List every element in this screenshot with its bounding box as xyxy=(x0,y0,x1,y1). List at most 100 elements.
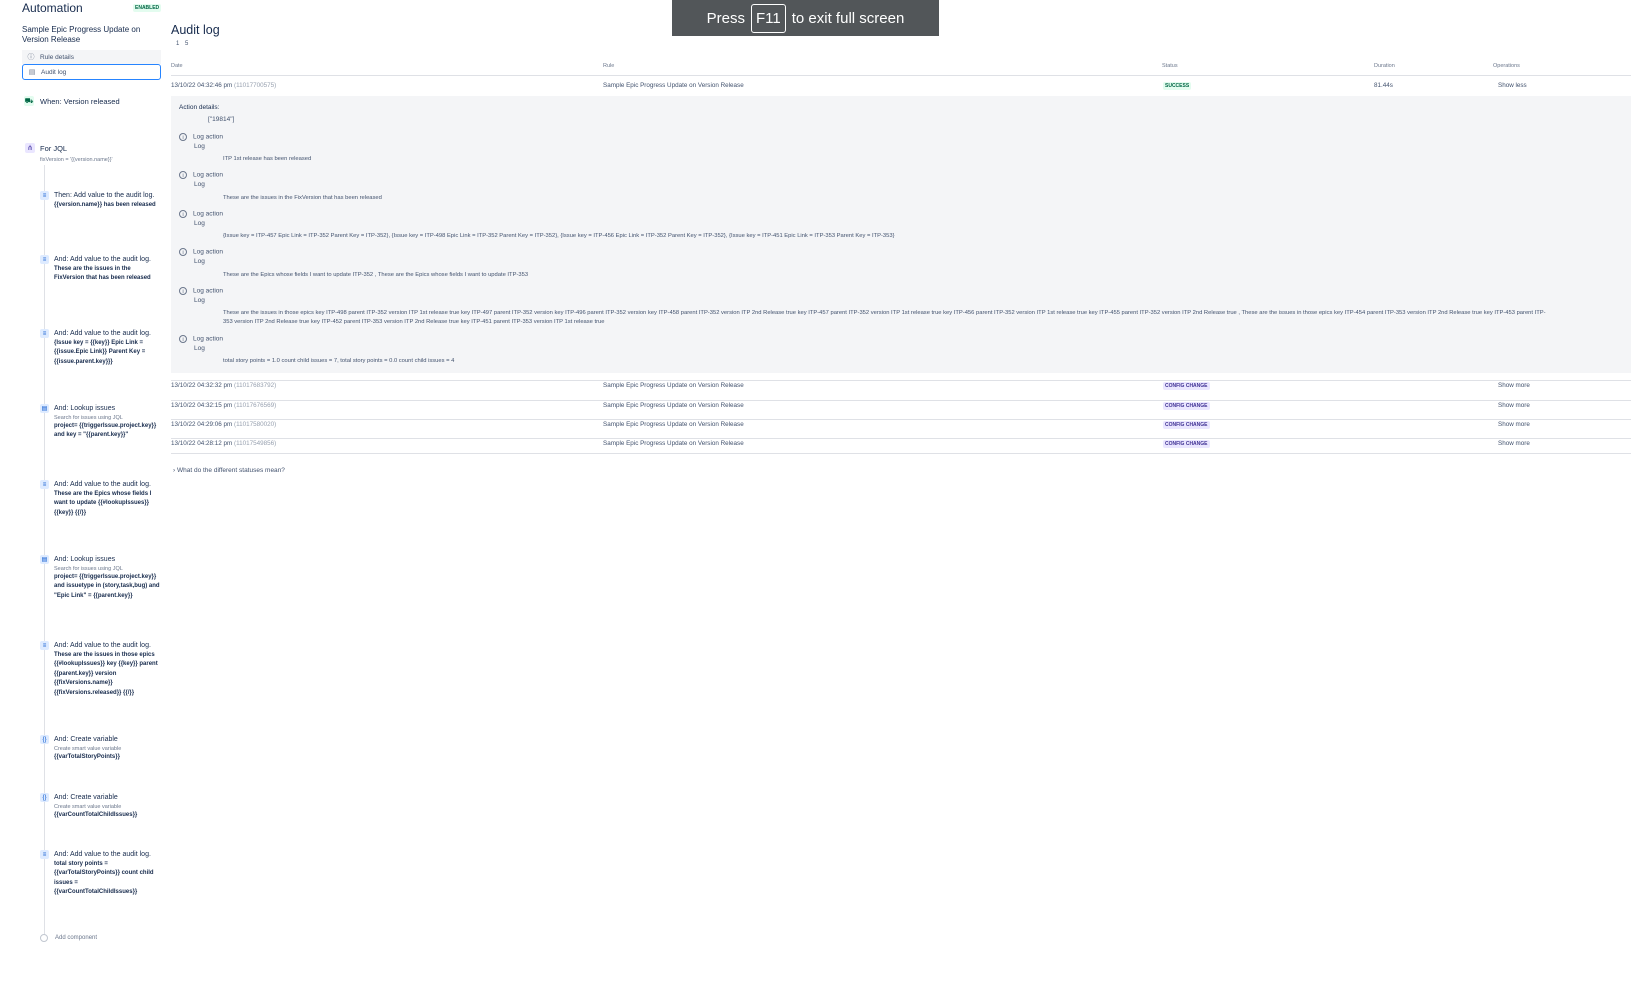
row-date: 13/10/22 04:32:15 pm (11017676569) xyxy=(171,402,277,409)
component-7[interactable]: ≡ And: Add value to the audit log. These a… xyxy=(40,641,160,698)
branch-query: fixVersion = '{{version.name}}' xyxy=(40,157,113,163)
toast-pre: Press xyxy=(706,9,746,27)
component-value: project= {{triggerIssue.project.key}} an… xyxy=(54,573,160,599)
log-action-2: i Log action Log xyxy=(179,171,223,188)
log-action-label: Log action xyxy=(193,335,223,343)
row-toggle-link[interactable]: Show more xyxy=(1498,421,1530,428)
row-toggle-link[interactable]: Show less xyxy=(1498,82,1527,89)
component-3[interactable]: ≡ And: Add value to the audit log. {Issue … xyxy=(40,329,160,367)
component-4[interactable]: ▤ And: Lookup issues Search for issues usi… xyxy=(40,404,160,441)
lookup-icon: ▤ xyxy=(40,555,49,564)
component-1[interactable]: ≡ Then: Add value to the audit log. {{vers… xyxy=(40,191,160,210)
row-rule: Sample Epic Progress Update on Version R… xyxy=(603,421,744,428)
trigger-component[interactable]: ⛟ When: Version released xyxy=(24,96,120,106)
trigger-label: When: Version released xyxy=(40,96,120,106)
log-action-label: Log action xyxy=(193,133,223,141)
row-toggle-link[interactable]: Show more xyxy=(1498,440,1530,447)
column-status: Status xyxy=(1162,63,1178,69)
component-description: Search for issues using JQL xyxy=(54,565,123,572)
component-10[interactable]: ≡ And: Add value to the audit log. total s… xyxy=(40,850,160,898)
info-icon: i xyxy=(179,210,187,218)
enabled-badge: ENABLED xyxy=(133,4,162,12)
pagination[interactable]: 1 5 xyxy=(176,41,190,47)
statuses-help-label: What do the different statuses mean? xyxy=(176,467,285,474)
log-message: These are the issues in those epics key … xyxy=(223,310,1546,325)
info-icon: ⓘ xyxy=(27,54,35,61)
nav-audit-log-label: Audit log xyxy=(41,68,67,76)
add-icon xyxy=(40,934,48,942)
log-action-3: i Log action Log xyxy=(179,210,223,227)
component-value: These are the issues in those epics {{#l… xyxy=(54,651,158,696)
component-2[interactable]: ≡ And: Add value to the audit log. These a… xyxy=(40,255,160,284)
component-9[interactable]: {} And: Create variable Create smart value… xyxy=(40,793,160,820)
rule-sidebar: Automation ENABLED Sample Epic Progress … xyxy=(0,0,168,991)
log-message: These are the issues in the FixVersion t… xyxy=(223,195,382,201)
log-message: {Issue key = ITP-457 Epic Link = ITP-352… xyxy=(223,233,895,239)
branch-icon: ⋔ xyxy=(25,143,35,153)
row-date: 13/10/22 04:32:46 pm (11017700575) xyxy=(171,82,277,89)
branch-component[interactable]: ⋔ For JQL xyxy=(25,143,67,153)
variable-icon: {} xyxy=(40,735,49,744)
info-icon: i xyxy=(179,171,187,179)
row-rule: Sample Epic Progress Update on Version R… xyxy=(603,402,744,409)
row-divider xyxy=(171,438,1631,439)
log-type: Log xyxy=(194,181,205,188)
status-badge: CONFIG CHANGE xyxy=(1163,402,1210,410)
table-row[interactable]: 13/10/22 04:32:46 pm (11017700575) Sample… xyxy=(171,82,1631,100)
variable-icon: {} xyxy=(40,793,49,802)
component-value: {{varCountTotalChildIssues}} xyxy=(54,811,138,818)
log-action-label: Log action xyxy=(193,171,223,179)
component-value: {{varTotalStoryPoints}} xyxy=(54,753,120,760)
component-value: total story points = {{varTotalStoryPoin… xyxy=(54,860,154,896)
log-message: These are the Epics whose fields I want … xyxy=(223,272,529,278)
row-divider xyxy=(171,419,1631,420)
log-action-6: i Log action Log xyxy=(179,335,223,352)
add-component-button[interactable]: Add component xyxy=(40,934,97,942)
add-component-label: Add component xyxy=(55,935,98,941)
table-row[interactable]: 13/10/22 04:32:32 pm (11017683792) Sample… xyxy=(171,382,1631,400)
row-toggle-link[interactable]: Show more xyxy=(1498,382,1530,389)
table-row[interactable]: 13/10/22 04:32:15 pm (11017676569) Sample… xyxy=(171,402,1631,420)
nav-audit-log[interactable]: ▤ Audit log xyxy=(22,64,161,80)
log-type: Log xyxy=(194,220,205,227)
table-bottom-divider xyxy=(171,453,1631,454)
component-8[interactable]: {} And: Create variable Create smart value… xyxy=(40,735,160,762)
status-badge: CONFIG CHANGE xyxy=(1163,440,1210,448)
log-action-label: Log action xyxy=(193,210,223,218)
row-date: 13/10/22 04:29:06 pm (11017580020) xyxy=(171,421,277,428)
action-details-label: Action details: xyxy=(179,104,220,111)
component-title: And: Add value to the audit log. xyxy=(54,642,151,649)
nav-rule-details[interactable]: ⓘ Rule details xyxy=(22,50,161,64)
component-6[interactable]: ▤ And: Lookup issues Search for issues usi… xyxy=(40,555,160,601)
action-details-value: ["19814"] xyxy=(208,116,235,123)
component-title: And: Lookup issues xyxy=(54,556,116,563)
statuses-help-toggle[interactable]: › What do the different statuses mean? xyxy=(173,467,285,474)
log-action-label: Log action xyxy=(193,287,223,295)
component-title: And: Add value to the audit log. xyxy=(54,256,151,263)
document-icon: ≡ xyxy=(40,850,49,859)
app-title: Automation xyxy=(22,1,83,15)
lookup-icon: ▤ xyxy=(40,404,49,413)
row-toggle-link[interactable]: Show more xyxy=(1498,402,1530,409)
info-icon: i xyxy=(179,248,187,256)
component-value: {Issue key = {{key}} Epic Link = {{issue… xyxy=(54,339,146,365)
table-row[interactable]: 13/10/22 04:28:12 pm (11017549856) Sample… xyxy=(171,440,1631,458)
component-5[interactable]: ≡ And: Add value to the audit log. These a… xyxy=(40,480,160,518)
log-action-label: Log action xyxy=(193,248,223,256)
column-date: Date xyxy=(171,63,183,69)
column-duration: Duration xyxy=(1374,63,1395,69)
component-description: Create smart value variable xyxy=(54,745,122,752)
chevron-right-icon: › xyxy=(173,467,176,474)
table-row[interactable]: 13/10/22 04:29:06 pm (11017580020) Sample… xyxy=(171,421,1631,439)
component-title: Then: Add value to the audit log. xyxy=(54,192,155,199)
log-type: Log xyxy=(194,258,205,265)
component-title: And: Create variable xyxy=(54,794,118,801)
component-title: And: Lookup issues xyxy=(54,405,116,412)
document-icon: ≡ xyxy=(40,329,49,338)
row-divider xyxy=(171,400,1631,401)
row-rule: Sample Epic Progress Update on Version R… xyxy=(603,382,744,389)
log-action-5: i Log action Log xyxy=(179,287,223,304)
component-value: project= {{triggerIssue.project.key}} an… xyxy=(54,422,157,439)
component-title: And: Add value to the audit log. xyxy=(54,481,151,488)
log-action-4: i Log action Log xyxy=(179,248,223,265)
